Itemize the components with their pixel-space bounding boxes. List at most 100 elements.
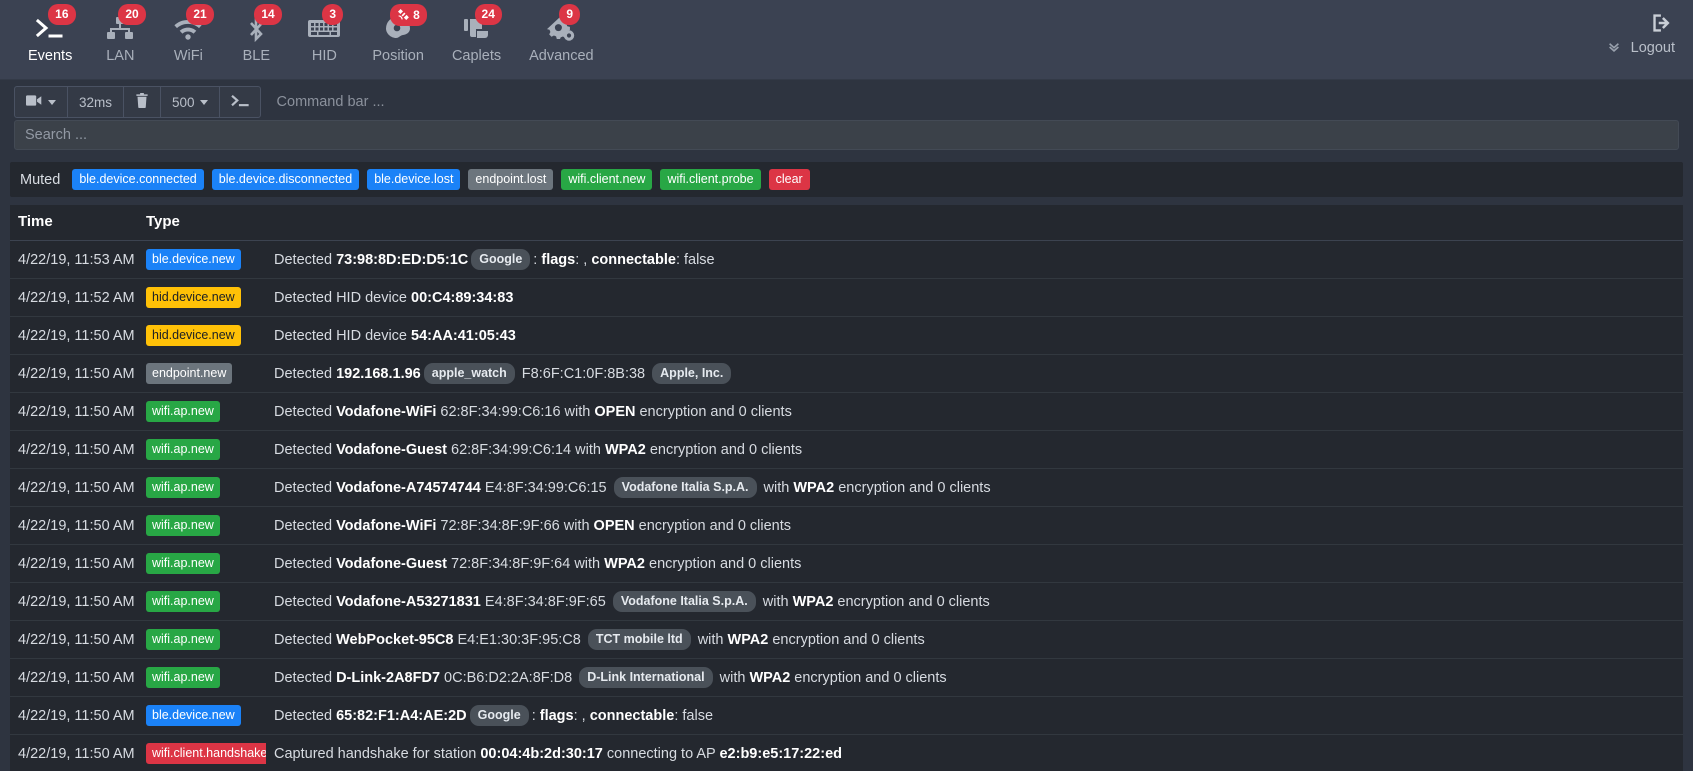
- message-text: : ,: [575, 252, 592, 268]
- table-row[interactable]: 4/22/19, 11:50 AM wifi.ap.new Detected Vod…: [10, 506, 1683, 545]
- nav-item-lan[interactable]: 20 LAN: [86, 4, 154, 65]
- muted-chip-ble-device-lost[interactable]: ble.device.lost: [367, 169, 461, 190]
- cell-time: 4/22/19, 11:50 AM: [10, 734, 138, 771]
- command-input[interactable]: [260, 86, 1679, 118]
- table-header-row: Time Type: [10, 205, 1683, 241]
- cell-time: 4/22/19, 11:50 AM: [10, 582, 138, 621]
- table-row[interactable]: 4/22/19, 11:50 AM wifi.ap.new Detected Vod…: [10, 392, 1683, 431]
- terminal-toggle-button[interactable]: [220, 87, 260, 117]
- rows-limit-label: 500: [172, 94, 195, 110]
- message-text: :: [531, 708, 540, 724]
- message-text: encryption and 0 clients: [635, 403, 792, 420]
- table-row[interactable]: 4/22/19, 11:50 AM hid.device.new Detected …: [10, 316, 1683, 355]
- cell-time: 4/22/19, 11:50 AM: [10, 620, 138, 659]
- cell-type: wifi.ap.new: [138, 658, 266, 697]
- message-text: 72:8F:34:8F:9F:66 with: [436, 517, 594, 534]
- message-emphasis: 73:98:8D:ED:D5:1C: [336, 252, 469, 268]
- nav-item-events[interactable]: 16 Events: [14, 4, 86, 65]
- table-row[interactable]: 4/22/19, 11:53 AM ble.device.new Detected …: [10, 240, 1683, 279]
- table-row[interactable]: 4/22/19, 11:52 AM hid.device.new Detected …: [10, 278, 1683, 317]
- table-row[interactable]: 4/22/19, 11:50 AM ble.device.new Detected …: [10, 696, 1683, 735]
- nav-item-hid[interactable]: 3 HID: [290, 4, 358, 65]
- nav-item-caplets[interactable]: 24 Caplets: [438, 4, 515, 65]
- event-type-badge[interactable]: ble.device.new: [146, 249, 241, 270]
- vendor-pill: Google: [471, 249, 531, 270]
- column-header-time[interactable]: Time: [10, 205, 138, 241]
- nav-badge-count: 14: [261, 7, 275, 21]
- message-emphasis: connectable: [589, 708, 675, 724]
- command-toolbar: 32ms 500: [0, 86, 1693, 118]
- nav-item-advanced[interactable]: 9 Advanced: [515, 4, 608, 65]
- table-row[interactable]: 4/22/19, 11:50 AM wifi.ap.new Detected Vod…: [10, 544, 1683, 583]
- event-message: Detected 73:98:8D:ED:D5:1C Google: flags:…: [274, 249, 715, 270]
- message-text: encryption and 0 clients: [768, 632, 925, 648]
- camera-icon: [26, 94, 43, 110]
- search-input[interactable]: [14, 120, 1679, 150]
- table-row[interactable]: 4/22/19, 11:50 AM wifi.ap.new Detected Web…: [10, 620, 1683, 659]
- cell-description: Detected HID device 54:AA:41:05:43: [266, 316, 1683, 355]
- event-type-badge[interactable]: hid.device.new: [146, 287, 241, 308]
- trash-icon: [135, 93, 149, 111]
- clear-events-button[interactable]: [124, 87, 162, 117]
- nav-item-ble[interactable]: 14 BLE: [222, 4, 290, 65]
- rows-limit-button[interactable]: 500: [161, 87, 220, 117]
- message-emphasis: Vodafone-WiFi: [336, 403, 437, 420]
- chevron-down-icon: [48, 99, 56, 105]
- cell-type: wifi.client.handshake: [138, 734, 266, 771]
- table-row[interactable]: 4/22/19, 11:50 AM wifi.ap.new Detected D-L…: [10, 658, 1683, 697]
- nav-item-position[interactable]: 8 Position: [358, 4, 438, 65]
- message-text: Detected HID device: [274, 327, 412, 344]
- message-emphasis: Vodafone-A53271831: [336, 594, 481, 610]
- logout-row[interactable]: Logout: [1607, 40, 1675, 56]
- table-row[interactable]: 4/22/19, 11:50 AM wifi.ap.new Detected Vod…: [10, 468, 1683, 507]
- event-type-badge[interactable]: wifi.ap.new: [146, 515, 220, 536]
- table-row[interactable]: 4/22/19, 11:50 AM wifi.ap.new Detected Vod…: [10, 430, 1683, 469]
- nav-badge-ble: 14: [254, 4, 282, 25]
- prompt-icon: [230, 94, 249, 111]
- top-navbar: 16 Events 20 LAN 21 WiFi 14 BLE 3 HID 8 Position 24 C…: [0, 0, 1693, 80]
- record-button[interactable]: [15, 87, 68, 117]
- event-type-badge[interactable]: wifi.ap.new: [146, 439, 220, 460]
- muted-chip-wifi-client-new[interactable]: wifi.client.new: [561, 169, 653, 190]
- logout-button[interactable]: Logout: [1607, 8, 1675, 56]
- muted-chip-wifi-client-probe[interactable]: wifi.client.probe: [660, 169, 761, 190]
- nav-item-label: HID: [311, 48, 337, 64]
- event-type-badge[interactable]: wifi.ap.new: [146, 401, 220, 422]
- cell-type: wifi.ap.new: [138, 506, 266, 545]
- nav-item-wifi[interactable]: 21 WiFi: [154, 4, 222, 65]
- muted-chip-clear[interactable]: clear: [768, 169, 810, 190]
- message-text: Captured handshake for station: [274, 745, 481, 762]
- message-text: encryption and 0 clients: [645, 441, 803, 458]
- message-emphasis: WPA2: [604, 555, 645, 572]
- muted-chip-ble-device-disconnected[interactable]: ble.device.disconnected: [211, 169, 360, 190]
- nav-badge-wifi: 21: [186, 4, 214, 25]
- column-header-description[interactable]: [266, 205, 1683, 241]
- cell-type: wifi.ap.new: [138, 620, 266, 659]
- event-type-badge[interactable]: wifi.ap.new: [146, 667, 220, 688]
- tick-interval-button[interactable]: 32ms: [68, 87, 125, 117]
- event-type-badge[interactable]: wifi.ap.new: [146, 553, 220, 574]
- nav-badge-events: 16: [48, 4, 76, 25]
- event-type-badge[interactable]: wifi.ap.new: [146, 591, 220, 612]
- cell-time: 4/22/19, 11:50 AM: [10, 430, 138, 469]
- event-type-badge[interactable]: hid.device.new: [146, 325, 241, 346]
- nav-item-label: LAN: [106, 48, 135, 64]
- table-row[interactable]: 4/22/19, 11:50 AM wifi.client.handshake Ca…: [10, 734, 1683, 771]
- nav-item-label: WiFi: [173, 48, 203, 64]
- table-row[interactable]: 4/22/19, 11:50 AM endpoint.new Detected 19…: [10, 354, 1683, 393]
- event-type-badge[interactable]: wifi.ap.new: [146, 477, 220, 498]
- message-text: connecting to AP: [602, 745, 720, 762]
- nav-badge-count: 21: [193, 7, 207, 21]
- muted-chip-endpoint-lost[interactable]: endpoint.lost: [468, 169, 554, 190]
- event-type-badge[interactable]: wifi.client.handshake: [146, 743, 266, 764]
- event-type-badge[interactable]: wifi.ap.new: [146, 629, 220, 650]
- event-type-badge[interactable]: ble.device.new: [146, 705, 241, 726]
- column-header-type[interactable]: Type: [138, 205, 266, 241]
- message-emphasis: Vodafone-Guest: [336, 441, 447, 458]
- event-type-badge[interactable]: endpoint.new: [146, 363, 233, 384]
- message-text: encryption and 0 clients: [644, 555, 802, 572]
- table-row[interactable]: 4/22/19, 11:50 AM wifi.ap.new Detected Vod…: [10, 582, 1683, 621]
- nav-badge-count: 9: [566, 7, 574, 21]
- events-table-head: Time Type: [10, 205, 1683, 241]
- muted-chip-ble-device-connected[interactable]: ble.device.connected: [72, 169, 204, 190]
